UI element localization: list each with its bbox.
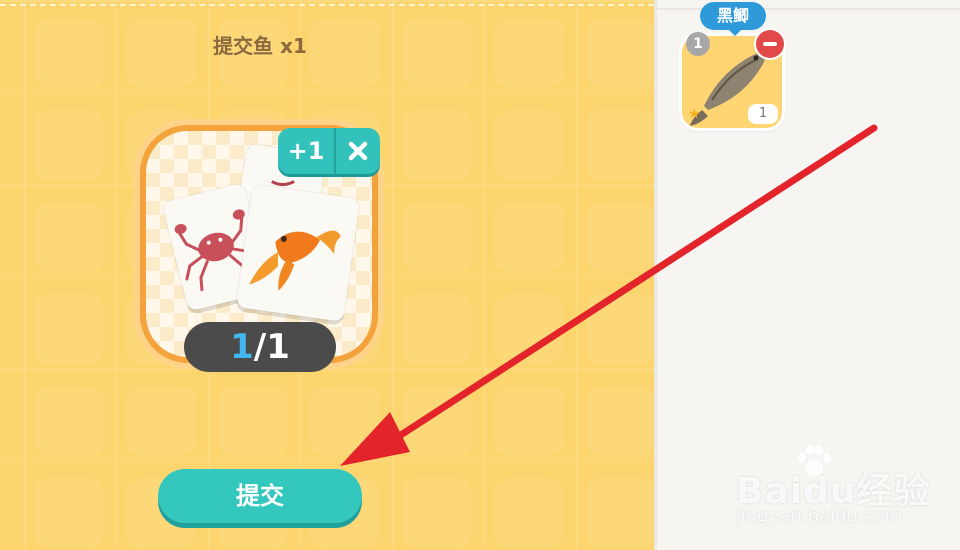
add-one-button[interactable]: +1 bbox=[278, 128, 336, 174]
background-tile bbox=[34, 294, 104, 364]
background-tile bbox=[402, 18, 472, 88]
background-tile bbox=[586, 18, 654, 88]
background-tile bbox=[402, 386, 472, 456]
background-tile bbox=[586, 386, 654, 456]
item-name-label: 黑鲫 bbox=[700, 2, 766, 36]
item-count: 1 bbox=[748, 104, 778, 124]
background-tile bbox=[34, 110, 104, 180]
goldfish-tile bbox=[235, 184, 361, 322]
background-tile bbox=[494, 18, 564, 88]
background-tile bbox=[494, 202, 564, 272]
dashed-divider bbox=[0, 4, 654, 6]
background-tile bbox=[310, 386, 380, 456]
submit-button[interactable]: 提交 bbox=[158, 469, 362, 523]
remove-button[interactable] bbox=[336, 128, 380, 174]
background-tile bbox=[34, 18, 104, 88]
baidu-watermark: Baidu经验 jingyan.baidu.com bbox=[736, 440, 956, 530]
background-tile bbox=[586, 202, 654, 272]
background-tile bbox=[494, 294, 564, 364]
background-tile bbox=[402, 202, 472, 272]
watermark-url: jingyan.baidu.com bbox=[736, 506, 903, 527]
quest-title: 提交鱼 x1 bbox=[213, 34, 307, 58]
goldfish-icon bbox=[249, 230, 341, 291]
item-level-badge: 1 bbox=[686, 32, 710, 56]
progress-pill: 1/1 bbox=[184, 322, 336, 372]
progress-current: 1 bbox=[230, 327, 254, 367]
background-tile bbox=[34, 202, 104, 272]
card-action-group: +1 bbox=[278, 128, 380, 174]
background-tile bbox=[126, 386, 196, 456]
background-tile bbox=[494, 386, 564, 456]
remove-item-button[interactable] bbox=[756, 30, 784, 58]
background-tile bbox=[586, 478, 654, 548]
item-name: 黑鲫 bbox=[716, 6, 749, 25]
star-icon: ★ bbox=[688, 106, 701, 122]
background-tile bbox=[586, 294, 654, 364]
background-tile bbox=[34, 478, 104, 548]
close-icon bbox=[348, 141, 368, 161]
background-tile bbox=[494, 478, 564, 548]
label-tail bbox=[729, 30, 741, 36]
background-tile bbox=[494, 110, 564, 180]
background-tile bbox=[402, 110, 472, 180]
progress-total: /1 bbox=[253, 327, 290, 367]
background-tile bbox=[34, 386, 104, 456]
background-tile bbox=[586, 110, 654, 180]
background-tile bbox=[402, 294, 472, 364]
background-tile bbox=[218, 386, 288, 456]
background-tile bbox=[402, 478, 472, 548]
